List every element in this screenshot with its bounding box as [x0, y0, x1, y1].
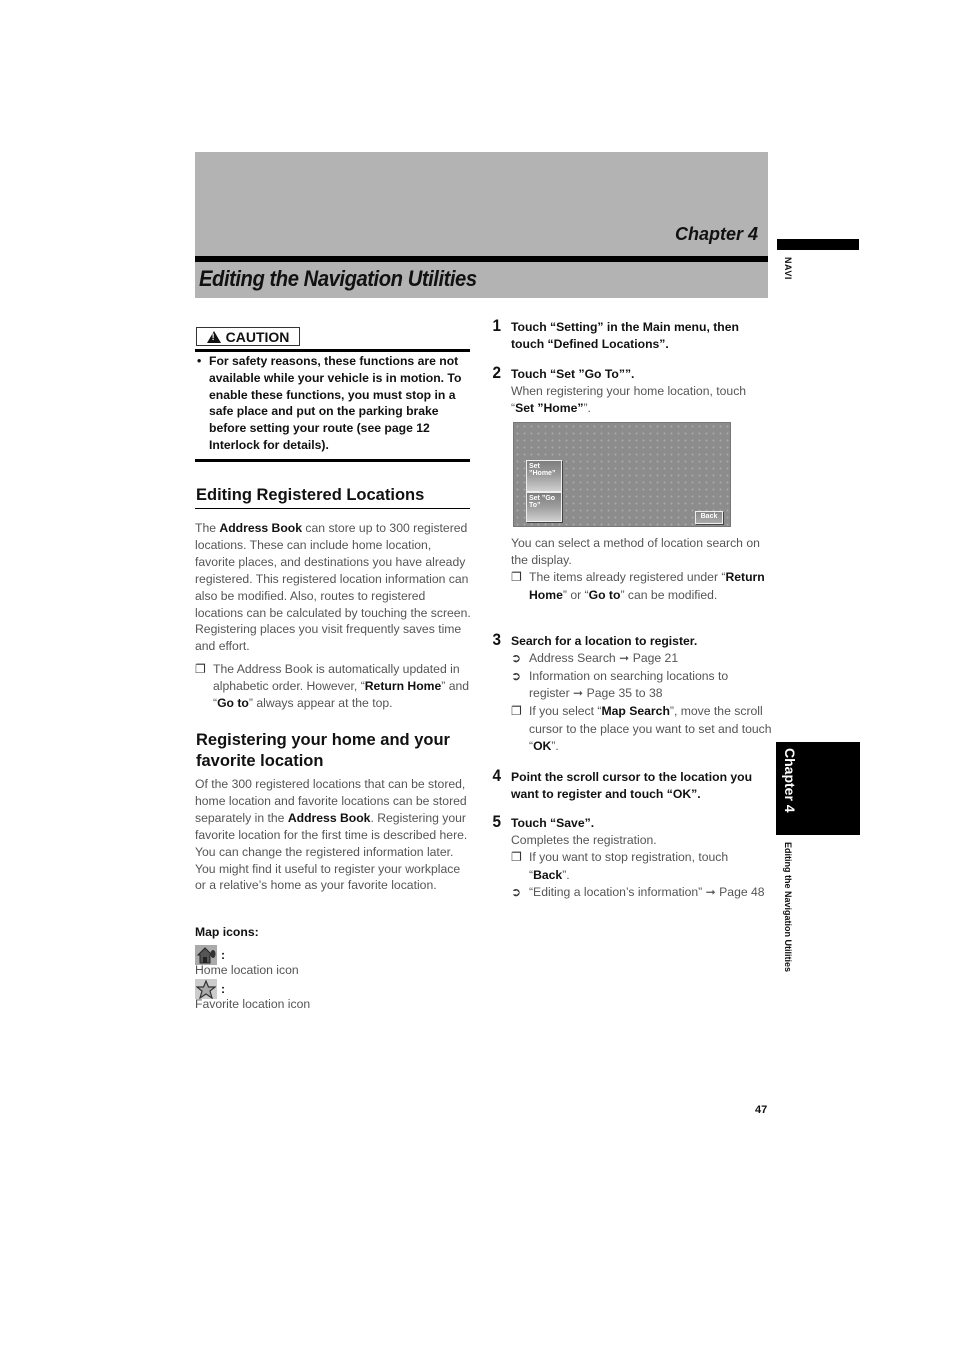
reference-icon: ➲ — [511, 885, 522, 900]
step-number: 1 — [492, 316, 501, 335]
caution-badge: CAUTION — [196, 327, 300, 346]
home-icon-row: : — [195, 945, 225, 965]
reference-icon: ➲ — [511, 668, 522, 683]
set-home-button[interactable]: Set ”Home” — [526, 460, 562, 492]
navi-label: NAVI — [783, 257, 793, 280]
note-icon: ❐ — [195, 662, 206, 676]
step-number: 5 — [492, 812, 501, 831]
note-icon: ❐ — [511, 569, 522, 584]
reference-text: Address Search ➞ Page 21 — [529, 650, 679, 665]
step-description: When registering your home location, tou… — [492, 383, 772, 417]
bold-text: Address Book — [219, 521, 303, 535]
chapter-label: Chapter 4 — [674, 224, 758, 244]
bold-text: Go to — [588, 587, 621, 602]
map-icons-title: Map icons: — [195, 925, 259, 939]
caution-rule-top — [195, 349, 470, 352]
header-rule — [195, 256, 768, 262]
bold-text: Go to — [217, 695, 249, 710]
step-1: 1 Touch “Setting” in the Main menu, then… — [492, 316, 772, 353]
caution-text: • For safety reasons, these functions ar… — [195, 353, 471, 454]
step-2-continued: You can select a method of location sear… — [492, 535, 772, 604]
step-3: 3 Search for a location to register. ➲ A… — [492, 630, 772, 756]
bold-text: Back — [533, 867, 563, 882]
warning-icon — [206, 330, 221, 343]
step-heading: Search for a location to register. — [511, 634, 698, 648]
page-number: 47 — [755, 1104, 768, 1116]
side-section-title: Editing the Navigation Utilities — [783, 842, 793, 973]
step-number: 3 — [492, 630, 501, 649]
text: The items already registered under “ — [529, 569, 726, 584]
text: ” or “ — [562, 587, 589, 602]
step-number: 4 — [492, 766, 501, 785]
reference-text: “Editing a location’s information” ➞ Pag… — [529, 885, 765, 900]
bold-text: OK — [533, 739, 552, 754]
caution-body: For safety reasons, these functions are … — [209, 354, 462, 452]
step-5: 5 Touch “Save”. Completes the registrati… — [492, 812, 772, 902]
reference-item: ➲ “Editing a location’s information” ➞ P… — [492, 884, 772, 902]
back-button[interactable]: Back — [695, 511, 723, 524]
note-item: ❐ If you want to stop registration, touc… — [492, 849, 772, 884]
step-heading: Touch “Save”. — [511, 816, 595, 830]
star-icon — [195, 979, 217, 999]
note-text: The Address Book is automatically update… — [195, 661, 473, 712]
star-icon-row: : — [195, 979, 225, 999]
step-heading: Touch “Setting” in the Main menu, then t… — [511, 320, 739, 351]
chapter-tab-label: Chapter 4 — [782, 748, 798, 813]
reference-text: Information on searching locations to re… — [529, 668, 729, 701]
step-number: 2 — [492, 363, 501, 382]
colon: : — [221, 948, 226, 962]
section-rule — [195, 508, 470, 509]
bold-text: Address Book — [287, 810, 371, 825]
note-item: ❐ The items already registered under “Re… — [492, 569, 772, 604]
text: ” can be modified. — [620, 587, 718, 602]
colon: : — [221, 982, 226, 996]
note-icon: ❐ — [511, 704, 522, 719]
step-description: You can select a method of location sear… — [511, 536, 760, 567]
bold-text: Set ”Home” — [515, 400, 584, 415]
step-heading: Point the scroll cursor to the location … — [511, 770, 753, 801]
reference-icon: ➲ — [511, 650, 522, 665]
section1-paragraph: The Address Book can store up to 300 reg… — [195, 520, 473, 655]
bullet: • — [197, 354, 202, 368]
bold-text: Return Home — [364, 678, 442, 693]
reference-item: ➲ Address Search ➞ Page 21 — [492, 650, 772, 668]
text: ”. — [551, 739, 559, 754]
bold-text: Map Search — [601, 704, 670, 719]
section-heading-registering-home: Registering your home and your favorite … — [196, 731, 450, 770]
navi-tab-bar — [777, 239, 859, 250]
section2-paragraph: Of the 300 registered locations that can… — [195, 776, 473, 894]
reference-item: ➲ Information on searching locations to … — [492, 668, 772, 703]
device-screenshot: Set ”Home” Set ”Go To” Back — [513, 422, 731, 527]
home-icon — [195, 945, 217, 965]
text: ”. — [562, 867, 570, 882]
text: The — [195, 521, 220, 535]
set-goto-button[interactable]: Set ”Go To” — [526, 492, 562, 522]
page-title: Editing the Navigation Utilities — [199, 266, 477, 291]
caution-label: CAUTION — [225, 328, 290, 345]
star-icon-caption: Favorite location icon — [195, 997, 311, 1011]
text: ”. — [583, 400, 591, 415]
step-4: 4 Point the scroll cursor to the locatio… — [492, 766, 772, 803]
home-icon-caption: Home location icon — [195, 963, 299, 977]
note-item: ❐ The Address Book is automatically upda… — [195, 661, 473, 712]
text: ” always appear at the top. — [248, 695, 393, 710]
note-item: ❐ If you select “Map Search”, move the s… — [492, 703, 772, 756]
step-heading: Touch “Set ”Go To””. — [511, 367, 635, 381]
note-icon: ❐ — [511, 849, 522, 864]
text: can store up to 300 registered locations… — [195, 521, 471, 654]
step-description: Completes the registration. — [511, 832, 657, 847]
section-heading-editing-registered-locations: Editing Registered Locations — [196, 486, 425, 504]
step-2: 2 Touch “Set ”Go To””. When registering … — [492, 363, 772, 417]
text: If you select “ — [529, 704, 602, 719]
caution-rule-bottom — [195, 459, 470, 462]
